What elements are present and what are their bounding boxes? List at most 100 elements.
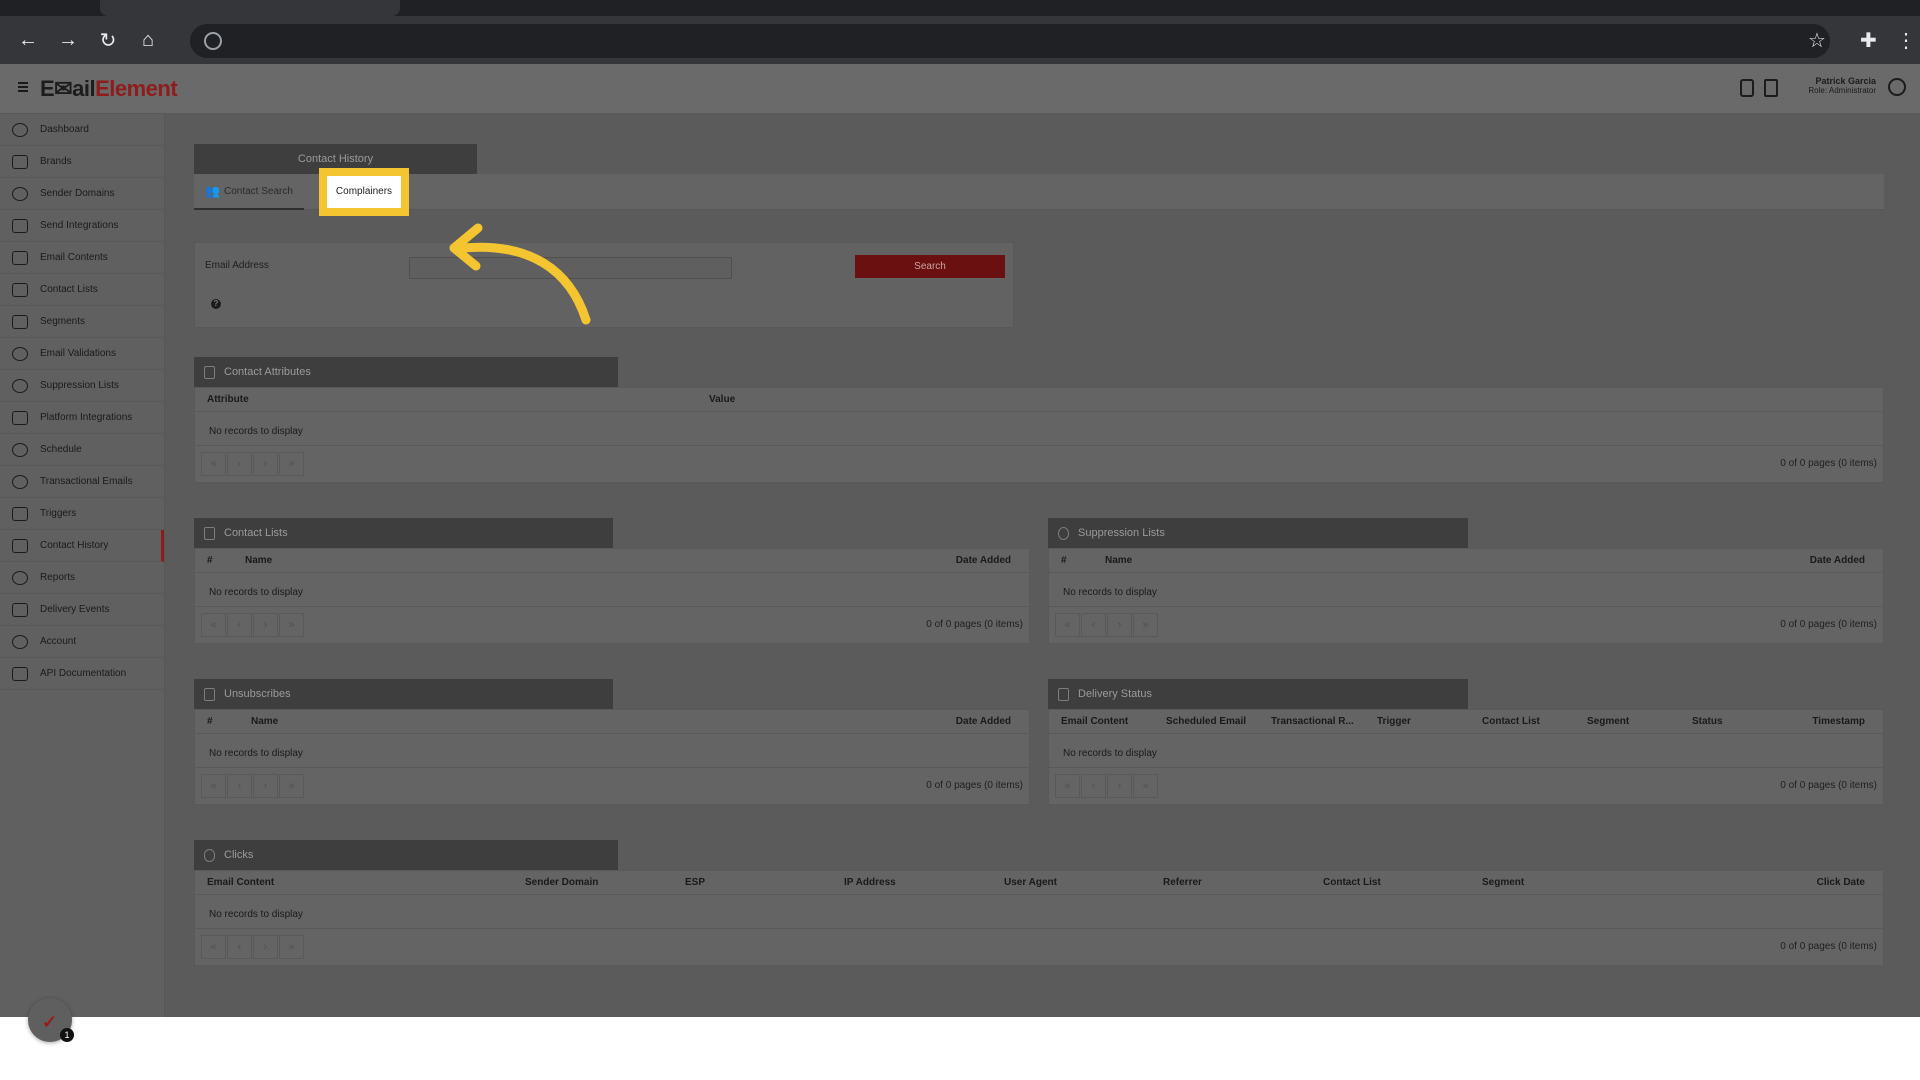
pager-last-button[interactable]: » <box>279 613 304 637</box>
pager-first-button[interactable]: « <box>201 774 226 798</box>
pager-first-button[interactable]: « <box>201 935 226 959</box>
pager-prev-button[interactable]: ‹ <box>1081 613 1106 637</box>
column-header[interactable]: Email Content <box>1061 716 1128 727</box>
sidebar-item-segments[interactable]: Segments <box>0 306 164 338</box>
menu-icon[interactable]: ⋮ <box>1896 28 1916 53</box>
column-header[interactable]: Contact List <box>1482 716 1540 727</box>
column-header[interactable]: Timestamp <box>1812 716 1865 727</box>
search-button[interactable]: Search <box>855 255 1005 278</box>
sidebar-item-label: Segments <box>40 316 86 327</box>
tab-complainers[interactable]: Complainers <box>319 168 409 216</box>
home-icon[interactable]: ⌂ <box>136 28 160 52</box>
column-header[interactable]: Name <box>245 555 272 566</box>
column-header[interactable]: # <box>207 716 213 727</box>
sidebar-item-suppression-lists[interactable]: Suppression Lists <box>0 370 164 402</box>
forward-icon[interactable]: → <box>56 28 80 52</box>
checklist-fab[interactable]: ✓ 1 <box>28 998 74 1042</box>
pager-next-button[interactable]: › <box>253 613 278 637</box>
column-header[interactable]: Name <box>251 716 278 727</box>
sidebar-item-contact-history[interactable]: Contact History <box>0 530 164 562</box>
column-header[interactable]: Date Added <box>956 716 1011 727</box>
extensions-icon[interactable]: ✚ <box>1860 28 1877 53</box>
pager-last-button[interactable]: » <box>279 935 304 959</box>
sidebar-item-label: Reports <box>40 572 76 583</box>
column-header[interactable]: Segment <box>1587 716 1629 727</box>
wrench-icon <box>12 218 28 233</box>
unsubscribes-grid: # Name Date Added No records to display … <box>194 709 1030 805</box>
sidebar-item-platform-integrations[interactable]: Platform Integrations <box>0 402 164 434</box>
sidebar-item-dashboard[interactable]: Dashboard <box>0 114 164 146</box>
sidebar-item-api-documentation[interactable]: API Documentation <box>0 658 164 690</box>
sidebar-item-contact-lists[interactable]: Contact Lists <box>0 274 164 306</box>
column-header[interactable]: Date Added <box>1810 555 1865 566</box>
sidebar-item-email-contents[interactable]: Email Contents <box>0 242 164 274</box>
column-header[interactable]: Status <box>1692 716 1723 727</box>
sidebar-item-delivery-events[interactable]: Delivery Events <box>0 594 164 626</box>
pager-last-button[interactable]: » <box>1133 613 1158 637</box>
column-header[interactable]: Date Added <box>956 555 1011 566</box>
column-header[interactable]: Referrer <box>1163 877 1202 888</box>
address-bar[interactable] <box>190 24 1830 58</box>
pager-first-button[interactable]: « <box>1055 774 1080 798</box>
fab-badge: 1 <box>60 1028 74 1042</box>
sidebar-item-send-integrations[interactable]: Send Integrations <box>0 210 164 242</box>
column-header[interactable]: User Agent <box>1004 877 1057 888</box>
column-header[interactable]: IP Address <box>844 877 896 888</box>
pager-last-button[interactable]: » <box>279 774 304 798</box>
app-header: E✉ailElement Patrick Garcia Role: Admini… <box>0 64 1920 114</box>
sidebar-item-triggers[interactable]: Triggers <box>0 498 164 530</box>
sidebar-item-reports[interactable]: Reports <box>0 562 164 594</box>
column-header[interactable]: ESP <box>685 877 705 888</box>
sidebar-item-brands[interactable]: Brands <box>0 146 164 178</box>
tab-contact-search[interactable]: 👥 Contact Search <box>194 174 304 210</box>
pager-first-button[interactable]: « <box>1055 613 1080 637</box>
column-header[interactable]: Trigger <box>1377 716 1411 727</box>
logout-icon[interactable] <box>1764 79 1778 97</box>
column-header[interactable]: Email Content <box>207 877 274 888</box>
pager-next-button[interactable]: › <box>1107 613 1132 637</box>
pager-last-button[interactable]: » <box>1133 774 1158 798</box>
browser-tab[interactable] <box>100 0 400 16</box>
help-icon[interactable]: ? <box>211 299 221 309</box>
pager-next-button[interactable]: › <box>253 452 278 476</box>
sidebar-item-label: Contact History <box>40 540 109 551</box>
pager-first-button[interactable]: « <box>201 452 226 476</box>
column-header[interactable]: Value <box>709 394 735 405</box>
back-icon[interactable]: ← <box>16 28 40 52</box>
device-icon[interactable] <box>1740 79 1754 97</box>
pager-last-button[interactable]: » <box>279 452 304 476</box>
sidebar-item-transactional-emails[interactable]: Transactional Emails <box>0 466 164 498</box>
pager-next-button[interactable]: › <box>1107 774 1132 798</box>
column-header[interactable]: Sender Domain <box>525 877 598 888</box>
column-header[interactable]: Attribute <box>207 394 249 405</box>
column-header[interactable]: Contact List <box>1323 877 1381 888</box>
pager-prev-button[interactable]: ‹ <box>227 613 252 637</box>
column-header[interactable]: Transactional R... <box>1271 716 1354 727</box>
column-header[interactable]: Scheduled Email <box>1166 716 1246 727</box>
pager-prev-button[interactable]: ‹ <box>1081 774 1106 798</box>
sidebar-item-sender-domains[interactable]: Sender Domains <box>0 178 164 210</box>
empty-message: No records to display <box>1063 587 1157 598</box>
clock-icon <box>12 442 28 457</box>
hamburger-icon[interactable] <box>18 82 28 92</box>
sidebar-item-schedule[interactable]: Schedule <box>0 434 164 466</box>
sidebar-item-label: Delivery Events <box>40 604 110 615</box>
column-header[interactable]: Name <box>1105 555 1132 566</box>
pager-next-button[interactable]: › <box>253 935 278 959</box>
sidebar-item-email-validations[interactable]: Email Validations <box>0 338 164 370</box>
pager-prev-button[interactable]: ‹ <box>227 774 252 798</box>
column-header[interactable]: Segment <box>1482 877 1524 888</box>
sidebar-item-account[interactable]: Account <box>0 626 164 658</box>
at-icon <box>12 474 28 489</box>
pager-prev-button[interactable]: ‹ <box>227 452 252 476</box>
user-avatar-icon[interactable] <box>1888 78 1906 96</box>
pager-prev-button[interactable]: ‹ <box>227 935 252 959</box>
column-header[interactable]: Click Date <box>1817 877 1865 888</box>
reload-icon[interactable]: ↻ <box>96 28 120 52</box>
panel-title: Suppression Lists <box>1078 527 1165 539</box>
column-header[interactable]: # <box>1061 555 1067 566</box>
column-header[interactable]: # <box>207 555 213 566</box>
pager-next-button[interactable]: › <box>253 774 278 798</box>
star-icon[interactable]: ☆ <box>1808 28 1826 53</box>
pager-first-button[interactable]: « <box>201 613 226 637</box>
